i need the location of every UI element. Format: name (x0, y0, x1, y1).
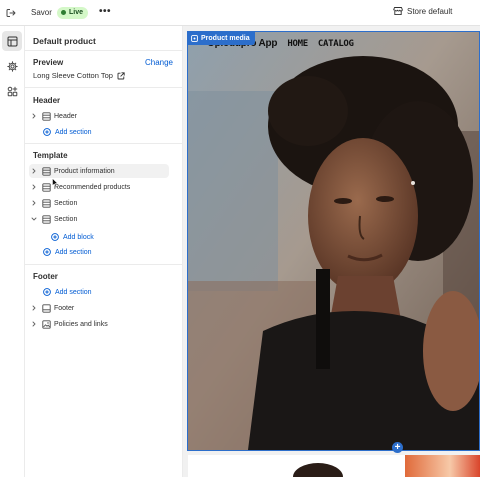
template-add-section-button[interactable]: Add section (43, 246, 92, 258)
section-icon (41, 166, 51, 176)
sections-rail-button[interactable] (2, 31, 22, 51)
nav-link-home[interactable]: HOME (287, 39, 308, 49)
footer-add-section-button[interactable]: Add section (43, 286, 92, 298)
header-group-heading: Header (33, 96, 61, 105)
selection-tag[interactable]: Product media (187, 31, 255, 45)
exit-icon[interactable] (5, 7, 17, 19)
add-section-label: Add section (55, 288, 92, 296)
divider (25, 143, 183, 144)
status-badge-label: Live (69, 9, 84, 16)
nav-link-catalog[interactable]: CATALOG (318, 39, 354, 49)
tree-item-product-information[interactable]: Product information (29, 164, 169, 178)
external-link-icon[interactable] (117, 71, 125, 80)
tree-item-label: Product information (54, 167, 115, 175)
more-actions-button[interactable]: ••• (99, 6, 111, 17)
product-thumbnail-image (405, 455, 480, 477)
tree-item-recommended-products[interactable]: Recommended products (29, 180, 169, 194)
chevron-right-icon[interactable] (29, 109, 39, 123)
tree-item-footer[interactable]: Footer (29, 301, 169, 315)
footer-group-heading: Footer (33, 272, 58, 281)
product-media-image[interactable] (188, 31, 480, 450)
tree-item-label: Section (54, 199, 78, 207)
left-rail (0, 26, 25, 477)
store-selector-label: Store default (407, 6, 453, 16)
chevron-down-icon[interactable] (29, 212, 39, 226)
block-icon (191, 34, 198, 42)
tree-item-label: Section (54, 215, 78, 223)
tree-item-label: Policies and links (54, 320, 108, 328)
tree-item-label: Footer (54, 304, 75, 312)
layout-icon (7, 36, 18, 47)
tree-item-section[interactable]: Section (29, 196, 169, 210)
preview-canvas: Opiodupro App HOME CATALOG Product media… (183, 26, 480, 477)
section-icon (41, 303, 51, 313)
sections-sidebar: Default product Preview Change Long Slee… (25, 26, 183, 477)
theme-name: Savor (31, 8, 52, 17)
tree-item-section-expanded[interactable]: Section (29, 212, 169, 226)
selection-tag-label: Product media (201, 34, 250, 42)
store-selector-button[interactable]: Store default (393, 6, 452, 16)
section-icon (41, 111, 51, 121)
apps-rail-button[interactable] (2, 81, 22, 101)
preview-product[interactable]: Long Sleeve Cotton Top (33, 71, 125, 80)
gear-icon (6, 60, 18, 72)
header-add-section-button[interactable]: Add section (43, 126, 92, 138)
divider (25, 50, 183, 51)
image-section-icon (41, 319, 51, 329)
preview-product-label: Long Sleeve Cotton Top (33, 71, 113, 80)
settings-rail-button[interactable] (2, 56, 22, 76)
add-section-label: Add section (55, 128, 92, 136)
chevron-right-icon[interactable] (29, 196, 39, 210)
plus-circle-icon (43, 128, 51, 136)
add-section-label: Add section (55, 248, 92, 256)
section-icon (41, 214, 51, 224)
mouse-cursor-icon (52, 178, 58, 187)
tree-item-policies-and-links[interactable]: Policies and links (29, 317, 169, 331)
section-icon (41, 182, 51, 192)
plus-circle-icon (43, 288, 51, 296)
add-block-label: Add block (63, 233, 94, 241)
preview-heading: Preview (33, 58, 64, 67)
page-title: Default product (33, 36, 96, 46)
live-dot-icon (61, 10, 66, 15)
divider (25, 264, 183, 265)
chevron-right-icon[interactable] (29, 317, 39, 331)
tree-item-header[interactable]: Header (29, 109, 169, 123)
tree-item-label: Header (54, 112, 77, 120)
plus-circle-icon (51, 233, 59, 241)
chevron-right-icon[interactable] (29, 301, 39, 315)
add-block-button[interactable]: Add block (51, 231, 94, 243)
apps-icon (7, 86, 18, 97)
top-bar: Savor Live ••• Store default (0, 0, 480, 26)
template-group-heading: Template (33, 151, 68, 160)
tree-item-label: Recommended products (54, 183, 131, 191)
plus-circle-icon (43, 248, 51, 256)
change-preview-link[interactable]: Change (145, 58, 173, 67)
status-badge: Live (57, 6, 89, 19)
divider (25, 87, 183, 88)
section-icon (41, 198, 51, 208)
store-icon (393, 6, 403, 16)
chevron-right-icon[interactable] (29, 164, 39, 178)
insert-section-plus-icon[interactable]: + (392, 442, 403, 453)
chevron-right-icon[interactable] (29, 180, 39, 194)
